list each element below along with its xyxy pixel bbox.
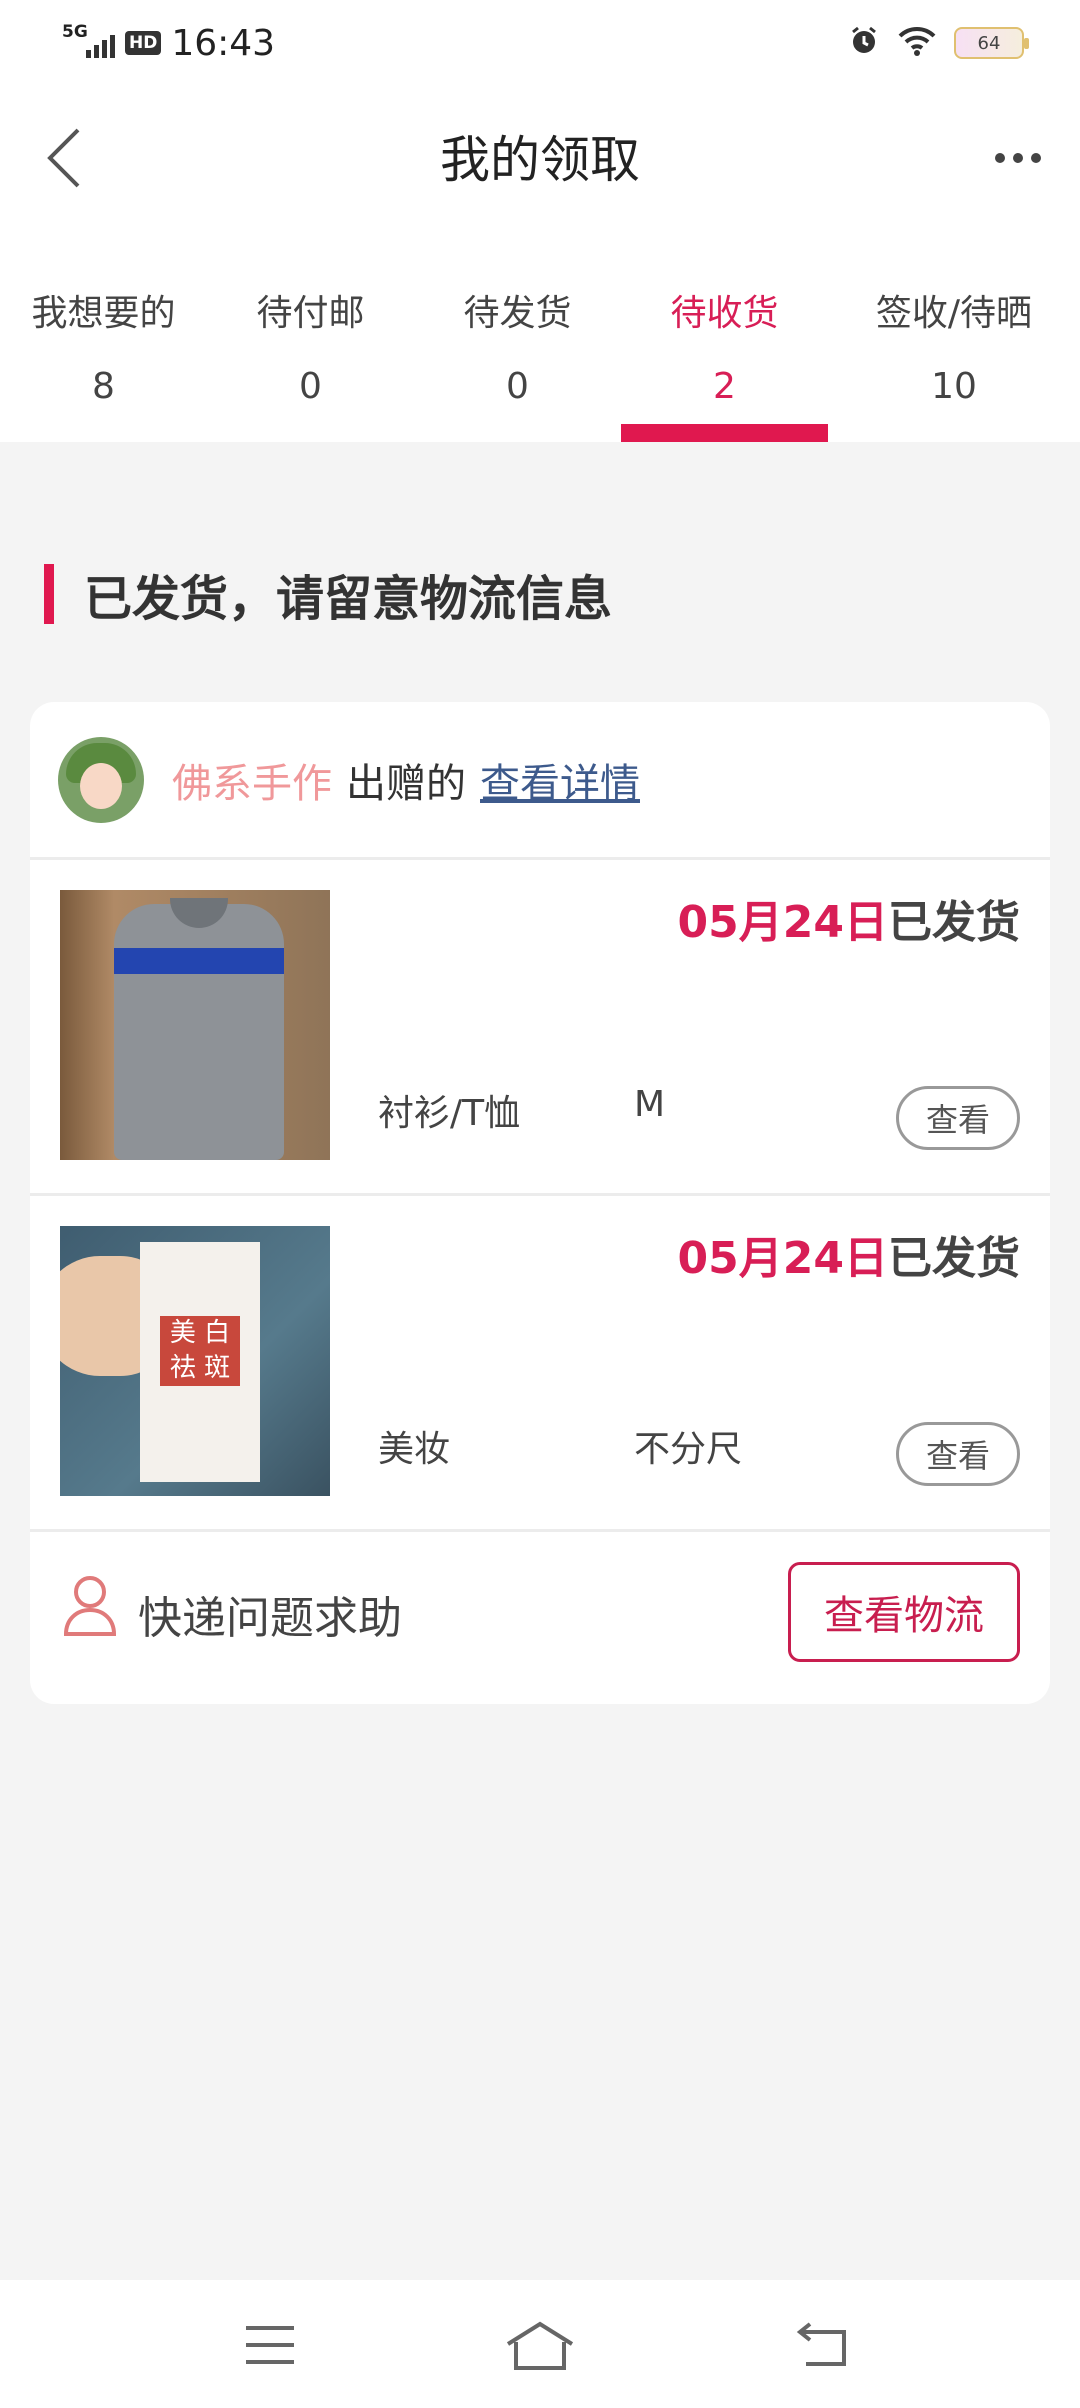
page-title: 我的领取 [440,131,640,189]
more-options-icon[interactable] [978,118,1058,198]
back-button[interactable] [24,118,104,198]
tab-count: 0 [506,366,529,407]
tab-pending-shipment[interactable]: 待发货 0 [414,226,621,442]
section-accent-bar [44,564,54,624]
tab-count: 8 [92,366,115,407]
app-header: 我的领取 [0,86,1080,226]
shipping-status: 05月24日已发货 [677,1233,1020,1284]
giver-name[interactable]: 佛系手作 [172,751,332,809]
section-title: 已发货，请留意物流信息 [84,571,613,627]
active-tab-indicator [621,424,828,442]
tab-count: 0 [299,366,322,407]
card-header: 佛系手作 出赠的 查看详情 [30,702,1050,860]
item-size: 不分尺 [634,1429,743,1470]
status-bar: 5G HD 16:43 64 [0,0,1080,86]
avatar[interactable] [58,736,144,823]
given-text: 出赠的 [346,760,466,807]
status-time: 16:43 [171,22,276,64]
tab-label: 我想要的 [31,293,176,334]
tab-signed-review[interactable]: 签收/待晒 10 [828,226,1080,442]
view-button[interactable]: 查看 [896,1086,1020,1150]
tab-bar: 我想要的 8 待付邮 0 待发货 0 待收货 2 签收/待晒 10 [0,226,1080,442]
product-image[interactable] [60,890,330,1160]
item-category: 美妆 [378,1429,451,1470]
view-button[interactable]: 查看 [896,1422,1020,1486]
tab-label: 签收/待晒 [875,293,1033,334]
tab-pending-postage[interactable]: 待付邮 0 [207,226,414,442]
list-item[interactable]: 05月24日已发货 衬衫/T恤 M 查看 [30,860,1050,1196]
item-size: M [634,1084,666,1125]
tab-count: 2 [713,366,736,407]
tab-label: 待收货 [670,293,779,334]
hd-icon: HD [125,31,162,55]
shipment-card: 佛系手作 出赠的 查看详情 05月24日已发货 衬衫/T恤 M 查看 美 白祛 … [30,702,1050,1704]
help-row: 快递问题求助 查看物流 [30,1532,1050,1702]
tab-label: 待付邮 [256,293,365,334]
wifi-icon [898,25,936,61]
delivery-help-link[interactable]: 快递问题求助 [138,1582,402,1646]
item-category: 衬衫/T恤 [378,1093,521,1134]
view-details-link[interactable]: 查看详情 [480,751,640,809]
list-item[interactable]: 美 白祛 斑 05月24日已发货 美妆 不分尺 查看 [30,1196,1050,1532]
tab-wanted[interactable]: 我想要的 8 [0,226,207,442]
view-logistics-button[interactable]: 查看物流 [788,1562,1020,1662]
tab-count: 10 [931,366,977,407]
battery-icon: 64 [954,27,1029,59]
section-header: 已发货，请留意物流信息 [44,564,612,627]
back-nav-icon[interactable] [784,2310,864,2380]
chevron-left-icon [47,128,80,188]
home-icon[interactable] [500,2310,580,2380]
cellular-signal-icon: 5G [60,22,115,58]
shipping-status: 05月24日已发货 [677,897,1020,948]
person-icon [63,1576,117,1636]
system-nav-bar [0,2280,1080,2408]
product-image[interactable]: 美 白祛 斑 [60,1226,330,1496]
tab-label: 待发货 [463,293,572,334]
menu-icon[interactable] [230,2310,310,2380]
tab-pending-receipt[interactable]: 待收货 2 [621,226,828,442]
alarm-icon [848,25,880,61]
